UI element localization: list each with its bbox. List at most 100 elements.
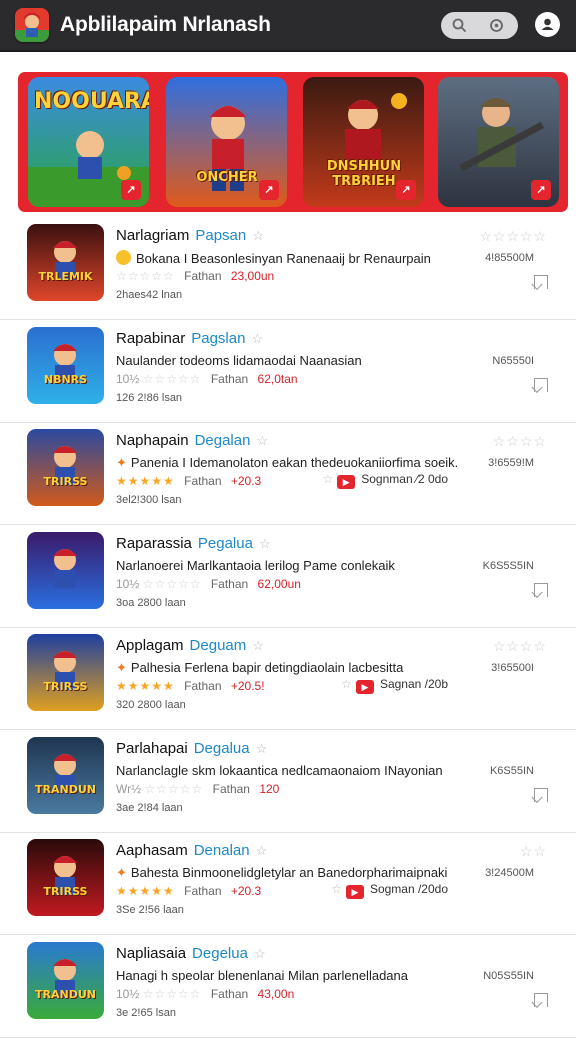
- right-rating-stars: ☆☆☆☆: [492, 638, 547, 654]
- app-name[interactable]: Narlagriam Papsan ☆: [116, 227, 264, 244]
- bookmark-icon[interactable]: [534, 275, 548, 289]
- app-name-text: Applagam: [116, 637, 184, 654]
- developer-name[interactable]: Pegalua: [198, 535, 253, 552]
- extra-text: Sognman ⁄2 0do: [361, 472, 448, 486]
- description-text: Bahesta Binmoonelidgletylar an Banedorph…: [130, 865, 448, 880]
- favorite-star-icon[interactable]: ☆: [251, 331, 263, 346]
- list-item[interactable]: TRIRSS Naphapain Degalan ☆ ✦ Panenia I Idem…: [0, 422, 576, 525]
- tile-badge-icon[interactable]: ↗: [121, 180, 141, 200]
- featured-tile[interactable]: ↗: [438, 77, 559, 207]
- developer-name[interactable]: Denalan: [194, 842, 250, 859]
- thumb-caption: TRANDUN: [35, 987, 96, 1001]
- price-label: +20.3: [230, 474, 262, 488]
- app-name-text: Naphapain: [116, 432, 189, 449]
- rating-label: Fathan: [210, 986, 249, 1001]
- description-text: Narlanoerei Marlkantaoia lerilog Pame co…: [116, 557, 395, 573]
- list-item[interactable]: TRIRSS Aaphasam Denalan ☆ ✦ Bahesta Binmoon…: [0, 832, 576, 935]
- right-rating-stars: ☆☆☆☆☆: [479, 228, 547, 244]
- download-count: N05S55IN: [483, 969, 534, 982]
- favorite-star-icon[interactable]: ☆: [256, 843, 268, 858]
- favorite-star-icon[interactable]: ☆: [256, 741, 268, 756]
- app-name[interactable]: Raparassia Pegalua ☆: [116, 535, 271, 552]
- list-item[interactable]: TRIRSS Applagam Deguam ☆ ✦ Palhesia Ferlena…: [0, 627, 576, 730]
- featured-tile[interactable]: DNSHHUN TRBRIEH ↗: [303, 77, 424, 207]
- small-star-icon: ☆: [331, 882, 342, 896]
- developer-name[interactable]: Pagslan: [191, 330, 245, 347]
- size-label: 3e 2!65 lsan: [116, 1006, 176, 1019]
- app-thumbnail[interactable]: TRANDUN: [27, 941, 104, 1019]
- right-rating-stars: ☆☆: [519, 843, 547, 859]
- favorite-star-icon[interactable]: ☆: [252, 228, 264, 243]
- developer-name[interactable]: Degalan: [195, 432, 251, 449]
- description-text: Naulander todeoms lidamaodai Naanasian: [116, 352, 362, 368]
- developer-name[interactable]: Papsan: [195, 227, 246, 244]
- tile-badge-icon[interactable]: ↗: [396, 180, 416, 200]
- app-name[interactable]: Rapabinar Pagslan ☆: [116, 330, 263, 347]
- list-item[interactable]: Raparassia Pegalua ☆ Narlanoerei Marlkanta…: [0, 525, 576, 628]
- bookmark-icon[interactable]: [534, 992, 548, 1007]
- app-description: Hanagi h speolar blenenlanai Milan parle…: [116, 968, 408, 983]
- app-description: Narlanclagle skm lokaantica nedlcamaonai…: [116, 763, 443, 778]
- list-item[interactable]: NBNRS Rapabinar Pagslan ☆ Naulander todeom…: [0, 320, 576, 423]
- rating-row: 10½ ☆☆☆☆☆ Fathan 62,0tan: [116, 372, 298, 386]
- tile-badge-icon[interactable]: ↗: [259, 180, 279, 200]
- app-description: ✦ Palhesia Ferlena bapir detingdiaolain l…: [116, 660, 403, 676]
- list-item[interactable]: TRLEMIK Narlagriam Papsan ☆ Bokana I Beaso…: [0, 217, 576, 320]
- bookmark-icon[interactable]: [534, 582, 548, 597]
- developer-name[interactable]: Degelua: [192, 945, 248, 962]
- rating-label: Fathan: [184, 679, 222, 693]
- app-title: Apblilapaim Nrlanash: [60, 13, 271, 36]
- app-logo-icon[interactable]: [15, 8, 49, 42]
- small-star-icon: ☆: [322, 472, 334, 486]
- filter-icon[interactable]: [487, 16, 506, 35]
- developer-name[interactable]: Deguam: [190, 637, 247, 654]
- app-thumbnail[interactable]: TRIRSS: [27, 634, 104, 711]
- app-name[interactable]: Parlahapai Degalua ☆: [116, 740, 267, 757]
- app-name[interactable]: Applagam Deguam ☆: [116, 637, 264, 654]
- download-count: 3!65500I: [491, 662, 534, 674]
- bookmark-icon[interactable]: [534, 787, 548, 802]
- download-count: K6S5S5IN: [482, 559, 534, 572]
- thumb-caption: TRIRSS: [43, 680, 88, 693]
- tile-badge-icon[interactable]: ↗: [531, 180, 551, 200]
- list-item[interactable]: TRANDUN Napliasaia Degelua ☆ Hanagi h speo…: [0, 935, 576, 1038]
- price-label: 62,0tan: [257, 371, 298, 386]
- description-text: Bokana I Beasonlesinyan Ranenaaij br Ren…: [136, 251, 431, 266]
- rating-stars: ☆☆☆☆☆: [142, 576, 202, 591]
- app-description: Narlanoerei Marlkantaoia lerilog Pame co…: [116, 558, 395, 573]
- developer-name[interactable]: Degalua: [194, 740, 250, 757]
- favorite-star-icon[interactable]: ☆: [259, 536, 271, 551]
- app-name[interactable]: Aaphasam Denalan ☆: [116, 842, 267, 859]
- extra-info: ☆ ▶ Sognman ⁄2 0do: [322, 472, 448, 489]
- app-thumbnail[interactable]: NBNRS: [27, 326, 104, 404]
- thumb-caption: TRIRSS: [43, 475, 88, 488]
- rating-stars: ☆☆☆☆☆: [144, 781, 204, 796]
- featured-tile[interactable]: ONCHER ↗: [166, 77, 287, 207]
- app-thumbnail[interactable]: TRIRSS: [27, 429, 104, 506]
- tile-caption: NOOUARA: [34, 89, 149, 114]
- rating-stars: ☆☆☆☆☆: [142, 371, 202, 386]
- app-thumbnail[interactable]: TRANDUN: [27, 736, 104, 814]
- tag-icon: ▶: [355, 680, 374, 694]
- search-icon[interactable]: [450, 16, 469, 35]
- download-count: 4!85500M: [485, 252, 534, 264]
- rating-prefix: 10½: [116, 576, 140, 591]
- featured-tile[interactable]: NOOUARA ↗: [28, 77, 149, 207]
- app-thumbnail[interactable]: [27, 531, 104, 609]
- profile-icon[interactable]: [535, 12, 560, 37]
- rating-stars: ★★★★★: [116, 474, 175, 488]
- app-name[interactable]: Napliasaia Degelua ☆: [116, 945, 266, 962]
- app-name-text: Aaphasam: [116, 842, 188, 859]
- search-bar[interactable]: [441, 12, 518, 39]
- favorite-star-icon[interactable]: ☆: [256, 433, 268, 448]
- rating-prefix: 10½: [116, 371, 140, 386]
- bookmark-icon[interactable]: [534, 377, 548, 392]
- favorite-star-icon[interactable]: ☆: [252, 638, 264, 653]
- favorite-star-icon[interactable]: ☆: [254, 946, 266, 961]
- app-name[interactable]: Naphapain Degalan ☆: [116, 432, 268, 449]
- app-thumbnail[interactable]: TRIRSS: [27, 839, 104, 916]
- app-thumbnail[interactable]: TRLEMIK: [27, 224, 104, 301]
- rating-prefix: Wr½: [116, 781, 142, 796]
- list-item[interactable]: TRANDUN Parlahapai Degalua ☆ Narlanclagle …: [0, 730, 576, 833]
- extra-text: Sagnan /20b: [379, 677, 448, 691]
